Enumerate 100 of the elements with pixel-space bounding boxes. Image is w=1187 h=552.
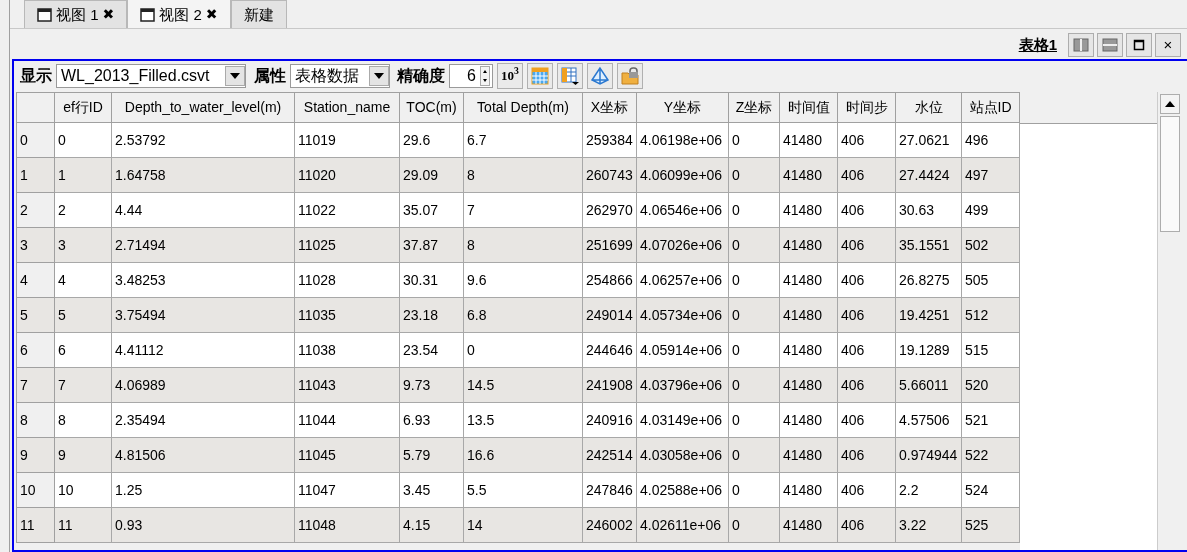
attribute-label: 属性 xyxy=(253,65,286,86)
column-header[interactable]: 水位 xyxy=(895,92,962,123)
column-header[interactable]: Z坐标 xyxy=(728,92,780,123)
row-header[interactable]: 10 xyxy=(16,472,55,508)
row-header[interactable]: 5 xyxy=(16,297,55,333)
column-header[interactable]: Total Depth(m) xyxy=(463,92,583,123)
column-header[interactable]: 站点ID xyxy=(961,92,1020,123)
table-button[interactable] xyxy=(527,62,553,89)
table-cell: 8 xyxy=(463,227,583,263)
close-icon[interactable]: ✖ xyxy=(205,4,218,26)
table-cell: 35.1551 xyxy=(895,227,962,263)
up-arrow-icon xyxy=(1164,100,1175,108)
table-cell: 41480 xyxy=(779,507,838,543)
column-header[interactable]: Depth_to_water_level(m) xyxy=(111,92,295,123)
table-cell: 27.0621 xyxy=(895,122,962,158)
window-icon xyxy=(37,7,52,22)
scroll-up-button[interactable] xyxy=(1159,94,1180,114)
row-header[interactable]: 2 xyxy=(16,192,55,228)
dropdown-field[interactable]: 表格数据 xyxy=(289,63,390,88)
table-cell: 240916 xyxy=(582,402,637,438)
table-icon xyxy=(530,65,550,86)
tab[interactable]: 新建 xyxy=(230,0,287,28)
table-cell: 406 xyxy=(837,262,896,298)
column-header[interactable]: X坐标 xyxy=(582,92,637,123)
panel-title-link[interactable]: 表格1 xyxy=(1018,33,1057,57)
row-header[interactable]: 11 xyxy=(16,507,55,543)
table-cell: 522 xyxy=(961,437,1020,473)
column-header[interactable]: TOC(m) xyxy=(399,92,464,123)
table-cell: 1 xyxy=(54,157,112,193)
row-header[interactable]: 8 xyxy=(16,402,55,438)
table-cell: 11019 xyxy=(294,122,400,158)
table-cell: 4.57506 xyxy=(895,402,962,438)
table-cell: 4.06546e+06 xyxy=(636,192,729,228)
column-header[interactable]: Y坐标 xyxy=(636,92,729,123)
table-cell: 0 xyxy=(728,122,780,158)
column-header[interactable]: Station_name xyxy=(294,92,400,123)
row-header[interactable]: 3 xyxy=(16,227,55,263)
table-cell: 3.22 xyxy=(895,507,962,543)
row-header[interactable]: 4 xyxy=(16,262,55,298)
open-file-button[interactable] xyxy=(617,62,643,89)
pyramid-icon xyxy=(590,65,610,86)
table-cell: 1.64758 xyxy=(111,157,295,193)
table-cell: 11043 xyxy=(294,367,400,403)
column-header[interactable]: ef行ID xyxy=(54,92,112,123)
tab[interactable]: 视图 2 ✖ xyxy=(127,0,231,28)
close-icon[interactable]: ✖ xyxy=(102,4,115,26)
column-color-button[interactable] xyxy=(557,62,583,89)
table-cell: 14 xyxy=(463,507,583,543)
3d-view-button[interactable] xyxy=(587,62,613,89)
table-cell: 7 xyxy=(54,367,112,403)
table-cell: 1.25 xyxy=(111,472,295,508)
row-header[interactable]: 0 xyxy=(16,122,55,158)
row-header[interactable]: 1 xyxy=(16,157,55,193)
table-cell: 254866 xyxy=(582,262,637,298)
table-cell: 0 xyxy=(728,192,780,228)
table-cell: 0 xyxy=(728,332,780,368)
table-cell: 11025 xyxy=(294,227,400,263)
scrollbar-thumb[interactable] xyxy=(1159,116,1180,232)
column-header[interactable]: 时间步 xyxy=(837,92,896,123)
table-cell: 3 xyxy=(54,227,112,263)
close-button[interactable]: × xyxy=(1155,33,1181,57)
grid-dropdown-icon xyxy=(560,65,580,86)
table-cell: 11022 xyxy=(294,192,400,228)
table-cell: 0 xyxy=(728,367,780,403)
table-cell: 4.05734e+06 xyxy=(636,297,729,333)
table-cell: 9.6 xyxy=(463,262,583,298)
dropdown-field[interactable]: WL_2013_Filled.csvt xyxy=(56,63,246,88)
table-cell: 35.07 xyxy=(399,192,464,228)
table-cell: 4.44 xyxy=(111,192,295,228)
table-cell: 406 xyxy=(837,472,896,508)
table-cell: 406 xyxy=(837,367,896,403)
row-header[interactable]: 6 xyxy=(16,332,55,368)
table-cell: 512 xyxy=(961,297,1020,333)
table-cell: 0 xyxy=(463,332,583,368)
table-cell: 502 xyxy=(961,227,1020,263)
exponent-button[interactable]: 10$^{3}$ xyxy=(497,62,523,89)
vertical-scrollbar[interactable] xyxy=(1157,92,1181,550)
table-cell: 41480 xyxy=(779,157,838,193)
tab[interactable]: 视图 1 ✖ xyxy=(24,0,128,28)
table-cell: 4.03149e+06 xyxy=(636,402,729,438)
table-cell: 6 xyxy=(54,332,112,368)
precision-spinner[interactable]: 6 xyxy=(449,63,493,88)
table-cell: 406 xyxy=(837,297,896,333)
table-cell: 5.5 xyxy=(463,472,583,508)
table-cell: 5 xyxy=(54,297,112,333)
table-cell: 6.8 xyxy=(463,297,583,333)
table-cell: 10 xyxy=(54,472,112,508)
table-cell: 0 xyxy=(728,507,780,543)
split-vertical-button[interactable] xyxy=(1068,33,1094,57)
maximize-button[interactable] xyxy=(1126,33,1152,57)
row-header[interactable]: 7 xyxy=(16,367,55,403)
table-cell: 11 xyxy=(54,507,112,543)
table-cell: 406 xyxy=(837,192,896,228)
table-cell: 0 xyxy=(728,262,780,298)
row-header[interactable]: 9 xyxy=(16,437,55,473)
table-cell: 4.06198e+06 xyxy=(636,122,729,158)
table-cell: 5.66011 xyxy=(895,367,962,403)
table-cell: 41480 xyxy=(779,437,838,473)
column-header[interactable]: 时间值 xyxy=(779,92,838,123)
table-cell: 4.03058e+06 xyxy=(636,437,729,473)
